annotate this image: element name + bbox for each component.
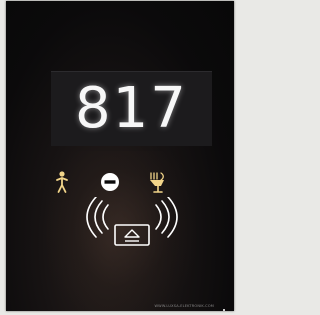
room-number-display: 817 [51, 71, 212, 146]
nfc-card-reader-icon[interactable] [78, 196, 186, 253]
do-not-disturb-icon[interactable] [97, 169, 123, 195]
doorplate-panel: 817 WWW.LUXSA-ELEKTRONIK.COM [6, 1, 234, 311]
room-number: 817 [75, 76, 188, 141]
photo-scene: 817 WWW.LUXSA-ELEKTRONIK.COM [0, 0, 240, 315]
card-reader-area[interactable] [78, 196, 186, 253]
service-icon[interactable] [145, 169, 171, 195]
presence-icon[interactable] [49, 169, 75, 195]
status-icons-row [46, 169, 186, 195]
brand-logo [220, 302, 228, 311]
brand-url: WWW.LUXSA-ELEKTRONIK.COM [154, 304, 214, 308]
